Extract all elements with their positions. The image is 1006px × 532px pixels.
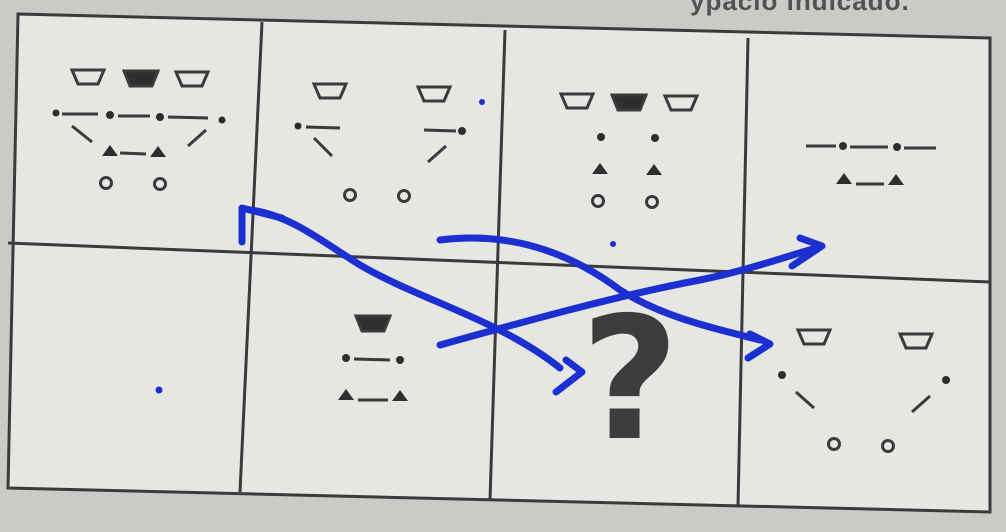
puzzle-grid	[6, 12, 992, 514]
dot-icon	[52, 109, 60, 117]
dot-icon	[218, 116, 226, 124]
dot-icon	[893, 143, 901, 151]
dot-icon	[597, 133, 605, 141]
trapezoid-filled-icon	[609, 93, 649, 112]
dot-icon	[839, 142, 847, 150]
dot-icon	[458, 127, 466, 135]
dot-icon	[156, 113, 164, 121]
ink-dot	[610, 241, 616, 247]
dot-icon	[396, 356, 404, 364]
dot-icon	[106, 111, 114, 119]
dot-icon	[294, 122, 302, 130]
dot-icon	[651, 134, 659, 142]
dot-icon	[342, 354, 350, 362]
question-mark-icon: ?	[580, 281, 680, 479]
dash-lines	[353, 357, 391, 362]
cell-bottom-1	[155, 386, 163, 394]
dot-icon	[942, 376, 950, 384]
ink-dot	[479, 99, 485, 105]
trapezoid-filled-icon	[353, 314, 393, 333]
puzzle-photo: ypacio indicado. ?	[0, 0, 1006, 532]
ink-dot	[155, 386, 163, 394]
trapezoid-filled-icon	[121, 69, 161, 88]
dot-icon	[778, 371, 786, 379]
